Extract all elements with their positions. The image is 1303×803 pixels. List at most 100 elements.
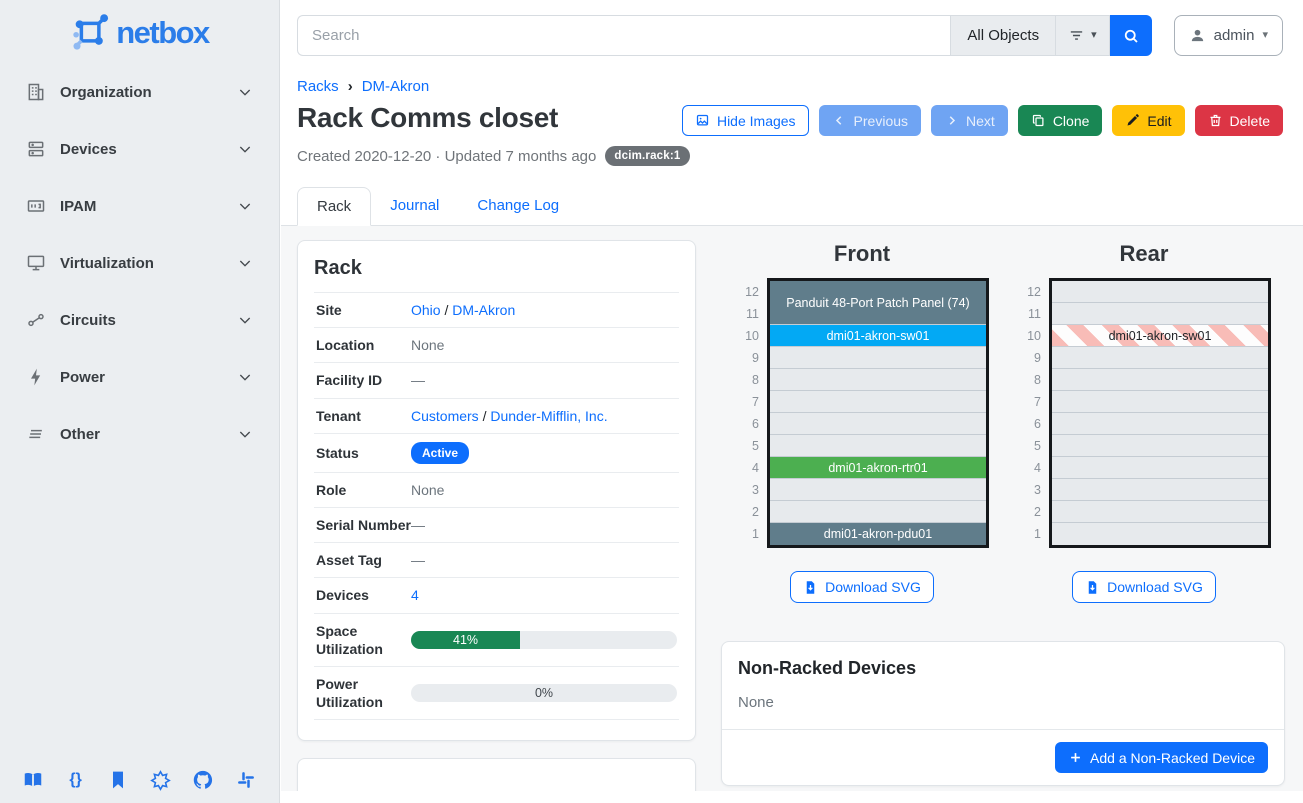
rack-empty-slot[interactable] xyxy=(1052,501,1268,523)
pencil-icon xyxy=(1125,113,1140,128)
chevron-down-icon xyxy=(237,369,253,385)
chevron-down-icon xyxy=(237,426,253,442)
tab-journal[interactable]: Journal xyxy=(371,187,458,225)
bookmark-icon[interactable] xyxy=(107,769,129,791)
site-link[interactable]: DM-Akron xyxy=(452,302,515,318)
chevron-down-icon xyxy=(237,84,253,100)
rack-empty-slot[interactable] xyxy=(770,501,986,523)
download-svg-rear-button[interactable]: Download SVG xyxy=(1072,571,1216,603)
filter-icon xyxy=(1068,27,1085,44)
chevron-down-icon xyxy=(237,141,253,157)
sidebar-item-circuits[interactable]: Circuits xyxy=(12,300,267,340)
caret-down-icon: ▾ xyxy=(1091,30,1097,41)
octagram-icon[interactable] xyxy=(150,769,172,791)
next-button[interactable]: Next xyxy=(931,105,1008,136)
rack-device[interactable]: dmi01-akron-pdu01 xyxy=(770,523,986,545)
rack-empty-slot[interactable] xyxy=(1052,303,1268,325)
unit-number: 5 xyxy=(1017,435,1041,457)
unit-number: 6 xyxy=(1017,413,1041,435)
rack-empty-slot[interactable] xyxy=(770,391,986,413)
rack-empty-slot[interactable] xyxy=(1052,391,1268,413)
server-icon xyxy=(26,139,46,159)
non-racked-devices-panel: Non-Racked Devices None Add a Non-Racked… xyxy=(721,641,1285,786)
main-content: All Objects ▾ admin ▾ Racks › xyxy=(281,0,1303,803)
sidebar-item-power[interactable]: Power xyxy=(12,357,267,397)
sidebar-item-label: Circuits xyxy=(60,312,237,329)
search-filter-button[interactable]: ▾ xyxy=(1055,15,1110,56)
slack-icon[interactable] xyxy=(235,769,257,791)
secondary-panel xyxy=(297,758,696,791)
docs-book-icon[interactable] xyxy=(22,769,44,791)
add-non-racked-device-button[interactable]: Add a Non-Racked Device xyxy=(1055,742,1268,773)
hide-images-button[interactable]: Hide Images xyxy=(682,105,809,136)
edit-button[interactable]: Edit xyxy=(1112,105,1184,136)
unit-number: 11 xyxy=(1017,303,1041,325)
download-svg-front-button[interactable]: Download SVG xyxy=(790,571,934,603)
unit-number: 9 xyxy=(735,347,759,369)
rack-empty-slot[interactable] xyxy=(1052,435,1268,457)
sidebar-footer: {} xyxy=(0,769,279,791)
rack-empty-slot[interactable] xyxy=(1052,479,1268,501)
sidebar-item-label: Other xyxy=(60,426,237,443)
unit-number: 12 xyxy=(735,281,759,303)
global-search: All Objects ▾ xyxy=(297,15,1152,56)
attr-row-location: Location None xyxy=(314,328,679,363)
person-icon xyxy=(1189,27,1206,44)
rack-tab-pane: Rack Site Ohio / DM-Akron Location None xyxy=(281,226,1303,791)
sidebar-item-other[interactable]: Other xyxy=(12,414,267,454)
rack-empty-slot[interactable] xyxy=(1052,369,1268,391)
unit-number: 8 xyxy=(735,369,759,391)
ipam-counter-icon xyxy=(26,196,46,216)
sidebar-item-ipam[interactable]: IPAM xyxy=(12,186,267,226)
unit-number: 12 xyxy=(1017,281,1041,303)
unit-number: 4 xyxy=(1017,457,1041,479)
netbox-logo[interactable]: netbox xyxy=(0,0,279,72)
empty-placeholder: None xyxy=(738,694,1268,723)
unit-number: 9 xyxy=(1017,347,1041,369)
attr-row-power-utilization: Power Utilization 0% xyxy=(314,667,679,720)
tenant-link[interactable]: Dunder-Mifflin, Inc. xyxy=(490,408,607,424)
rack-empty-slot[interactable] xyxy=(770,479,986,501)
rack-empty-slot[interactable] xyxy=(1052,347,1268,369)
rack-attributes: Site Ohio / DM-Akron Location None Facil… xyxy=(314,292,679,720)
rear-elevation: Rear 121110987654321 dmi01-akron-sw01 Do… xyxy=(1003,240,1285,603)
unit-number: 3 xyxy=(1017,479,1041,501)
tenant-group-link[interactable]: Customers xyxy=(411,408,479,424)
sidebar-item-organization[interactable]: Organization xyxy=(12,72,267,112)
panel-title: Rack xyxy=(314,257,679,280)
rack-empty-slot[interactable] xyxy=(770,413,986,435)
delete-button[interactable]: Delete xyxy=(1195,105,1283,136)
breadcrumb-racks-link[interactable]: Racks xyxy=(297,78,339,95)
api-braces-icon[interactable]: {} xyxy=(65,769,87,791)
sidebar-item-label: Organization xyxy=(60,84,237,101)
clone-button[interactable]: Clone xyxy=(1018,105,1103,136)
rack-device[interactable]: dmi01-akron-rtr01 xyxy=(770,457,986,479)
breadcrumb-site-link[interactable]: DM-Akron xyxy=(362,78,430,95)
rack-empty-slot[interactable] xyxy=(770,347,986,369)
rack-empty-slot[interactable] xyxy=(770,369,986,391)
rack-device[interactable]: dmi01-akron-sw01 xyxy=(1052,325,1268,347)
tab-change-log[interactable]: Change Log xyxy=(458,187,578,225)
tab-rack[interactable]: Rack xyxy=(297,187,371,226)
rack-device[interactable]: Panduit 48-Port Patch Panel (74) xyxy=(770,281,986,325)
unit-number: 5 xyxy=(735,435,759,457)
rack-empty-slot[interactable] xyxy=(1052,413,1268,435)
sidebar-item-devices[interactable]: Devices xyxy=(12,129,267,169)
search-submit-button[interactable] xyxy=(1110,15,1152,56)
github-icon[interactable] xyxy=(192,769,214,791)
search-scope-button[interactable]: All Objects xyxy=(950,15,1055,56)
rack-empty-slot[interactable] xyxy=(1052,523,1268,545)
devices-count-link[interactable]: 4 xyxy=(411,587,419,603)
rack-device[interactable]: dmi01-akron-sw01 xyxy=(770,325,986,347)
sidebar-item-virtualization[interactable]: Virtualization xyxy=(12,243,267,283)
chevron-right-icon: › xyxy=(348,78,353,95)
unit-number: 2 xyxy=(1017,501,1041,523)
region-link[interactable]: Ohio xyxy=(411,302,441,318)
search-input[interactable] xyxy=(297,15,950,56)
rack-empty-slot[interactable] xyxy=(1052,281,1268,303)
previous-button[interactable]: Previous xyxy=(819,105,921,136)
power-utilization-bar: 0% xyxy=(411,684,677,702)
rack-empty-slot[interactable] xyxy=(770,435,986,457)
rack-empty-slot[interactable] xyxy=(1052,457,1268,479)
user-menu-button[interactable]: admin ▾ xyxy=(1174,15,1283,56)
